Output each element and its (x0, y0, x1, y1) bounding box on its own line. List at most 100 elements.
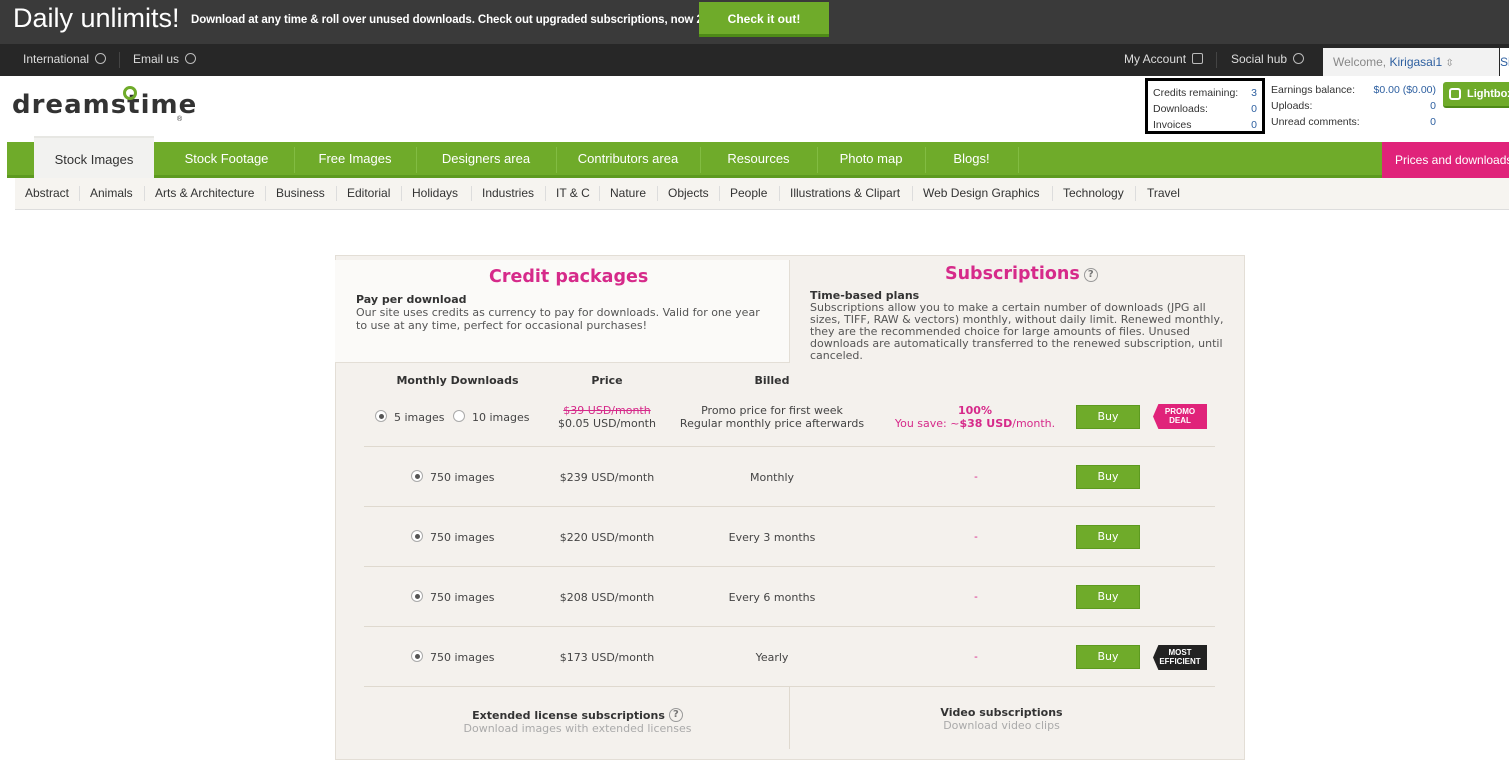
plan-price: $173 USD/month (559, 651, 655, 664)
radio-plan[interactable] (411, 530, 423, 542)
divider (545, 186, 546, 201)
tab-designers-area[interactable]: Designers area (421, 142, 551, 178)
social-icon (1293, 53, 1305, 64)
price-cell: $39 USD/month $0.05 USD/month (547, 404, 667, 430)
plan-price: $239 USD/month (559, 471, 655, 484)
welcome-user[interactable]: Welcome, Kirigasai1 ⇳ (1323, 48, 1499, 76)
buy-button[interactable]: Buy (1076, 585, 1140, 609)
radio-plan[interactable] (411, 590, 423, 602)
check-it-out-button[interactable]: Check it out! (699, 2, 829, 37)
my-account-link[interactable]: My Account (1124, 52, 1204, 66)
welcome-label: Welcome, (1333, 55, 1387, 69)
plan-images: 750 images (430, 471, 495, 484)
subscriptions-title[interactable]: Subscriptions? (945, 264, 1098, 284)
tab-free-images[interactable]: Free Images (299, 142, 411, 178)
international-link[interactable]: International (23, 52, 107, 66)
email-us-link[interactable]: Email us (133, 52, 197, 66)
earnings-value[interactable]: $0.00 ($0.00) (1374, 82, 1436, 98)
billed-line: Regular monthly price afterwards (679, 417, 865, 430)
col-billed: Billed (754, 374, 790, 387)
category-link[interactable]: Illustrations & Clipart (790, 186, 900, 200)
divider (416, 147, 417, 173)
prices-downloads-button[interactable]: Prices and downloads (1382, 142, 1509, 178)
divider (336, 186, 337, 201)
subs-desc-line: downloads are automatically transferred … (810, 337, 1223, 350)
row-divider (364, 626, 1215, 627)
category-link[interactable]: Technology (1063, 186, 1124, 200)
plan-billed: Monthly (749, 471, 795, 484)
social-hub-link[interactable]: Social hub (1231, 52, 1305, 66)
category-link[interactable]: Web Design Graphics (923, 186, 1040, 200)
tab-resources[interactable]: Resources (705, 142, 812, 178)
col-price: Price (591, 374, 623, 387)
credit-packages-title[interactable]: Credit packages (489, 267, 648, 287)
category-link[interactable]: Travel (1147, 186, 1180, 200)
category-link[interactable]: Arts & Architecture (155, 186, 254, 200)
radio-plan[interactable] (411, 470, 423, 482)
lightbox-button[interactable]: Lightbox (1443, 82, 1509, 108)
promo-banner: Daily unlimits! Download at any time & r… (0, 0, 1509, 44)
tab-photo-map[interactable]: Photo map (822, 142, 920, 178)
category-link[interactable]: Objects (668, 186, 709, 200)
downloads-label: Downloads: (1153, 103, 1208, 115)
radio-5-images[interactable] (375, 410, 387, 422)
subs-desc-line: canceled. (810, 349, 863, 362)
tab-blogs[interactable]: Blogs! (930, 142, 1013, 178)
category-link[interactable]: Holidays (412, 186, 458, 200)
buy-button[interactable]: Buy (1076, 525, 1140, 549)
plan-billed: Every 3 months (728, 531, 816, 544)
comments-value[interactable]: 0 (1430, 114, 1436, 130)
plan-images: 750 images (430, 531, 495, 544)
buy-button[interactable]: Buy (1076, 645, 1140, 669)
lightbox-label: Lightbox (1467, 88, 1509, 100)
tab-stock-footage[interactable]: Stock Footage (164, 142, 289, 178)
credit-desc-line: to use at any time, perfect for occasion… (356, 319, 647, 332)
radio-plan[interactable] (411, 650, 423, 662)
col-monthly-downloads: Monthly Downloads (396, 374, 519, 387)
promo-text: Download at any time & roll over unused … (191, 14, 740, 26)
invoices-value[interactable]: 0 (1251, 117, 1257, 133)
category-link[interactable]: Business (276, 186, 325, 200)
extended-license-link[interactable]: Extended license subscriptions? (420, 708, 735, 722)
downloads-value[interactable]: 0 (1251, 101, 1257, 117)
earnings-stats: Earnings balance: $0.00 ($0.00) Uploads: 0… (1271, 82, 1436, 130)
credit-desc-line: Our site uses credits as currency to pay… (356, 306, 760, 319)
category-link[interactable]: Industries (482, 186, 534, 200)
logo[interactable]: dreamstime (12, 90, 197, 120)
category-link[interactable]: Animals (90, 186, 133, 200)
old-price: $39 USD/month (563, 404, 651, 417)
tab-contributors-area[interactable]: Contributors area (561, 142, 695, 178)
radio-10-images[interactable] (453, 410, 465, 422)
category-link[interactable]: Abstract (25, 186, 69, 200)
divider (1052, 186, 1053, 201)
credits-label: Credits remaining: (1153, 87, 1239, 99)
chevron-down-icon: ⇳ (1445, 58, 1454, 69)
plan-savings: - (974, 591, 978, 603)
sign-out-link[interactable]: Sign (1500, 48, 1509, 76)
savings-amount: $38 USD (959, 417, 1013, 430)
credits-value[interactable]: 3 (1251, 85, 1257, 101)
help-icon[interactable]: ? (1083, 268, 1098, 282)
video-subscriptions-link[interactable]: Video subscriptions (860, 706, 1143, 719)
plan-price: $220 USD/month (559, 531, 655, 544)
earnings-label: Earnings balance: (1271, 84, 1356, 96)
envelope-icon (185, 53, 197, 64)
savings-prefix: You save: ~ (894, 417, 960, 430)
row-divider (364, 506, 1215, 507)
category-link[interactable]: IT & C (556, 186, 590, 200)
help-icon[interactable]: ? (668, 708, 683, 722)
buy-button[interactable]: Buy (1076, 405, 1140, 429)
category-link[interactable]: People (730, 186, 767, 200)
main-nav: Stock Images Stock Footage Free Images D… (7, 136, 1509, 178)
comments-label: Unread comments: (1271, 116, 1360, 128)
account-icon (1192, 53, 1204, 64)
lightbox-icon (1449, 88, 1461, 100)
tab-stock-images[interactable]: Stock Images (34, 136, 154, 178)
category-link[interactable]: Nature (610, 186, 646, 200)
uploads-value[interactable]: 0 (1430, 98, 1436, 114)
buy-button[interactable]: Buy (1076, 465, 1140, 489)
option-label: 5 images (394, 411, 445, 424)
divider (817, 147, 818, 173)
subscriptions-title-text: Subscriptions (945, 264, 1080, 284)
category-link[interactable]: Editorial (347, 186, 390, 200)
